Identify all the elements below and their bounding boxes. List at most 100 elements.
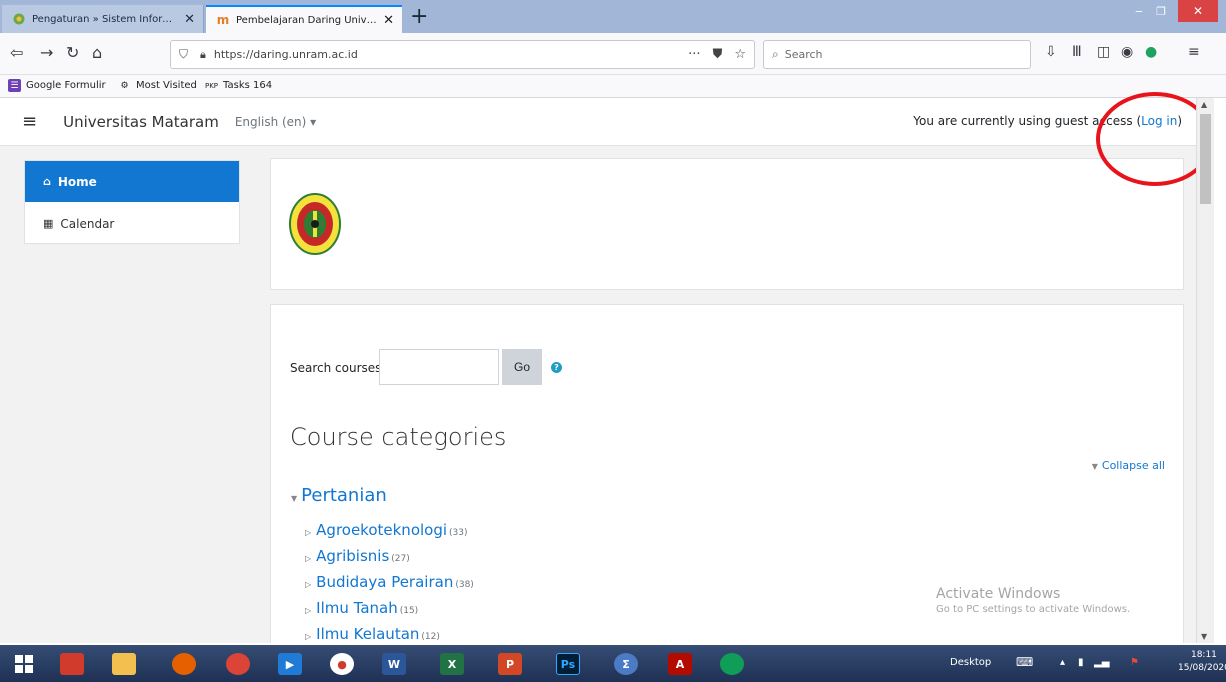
help-icon[interactable]: ? bbox=[551, 362, 562, 373]
nav-item-home[interactable]: ⌂ Home bbox=[25, 161, 239, 202]
nav-item-calendar[interactable]: ▦ Calendar bbox=[25, 203, 239, 244]
acrobat-icon[interactable]: A bbox=[660, 649, 700, 679]
bookmark-star-icon[interactable]: ☆ bbox=[734, 47, 746, 62]
search-placeholder: Search bbox=[784, 48, 823, 61]
moodle-page: ≡ Universitas Mataram English (en) ▾ You… bbox=[0, 98, 1196, 643]
new-tab-button[interactable]: + bbox=[410, 4, 428, 30]
desktop-toolbar-label[interactable]: Desktop bbox=[950, 657, 991, 668]
system-clock[interactable]: 18:11 15/08/2020 bbox=[1178, 649, 1226, 675]
logo-card bbox=[270, 158, 1184, 290]
tab-pengaturan[interactable]: Pengaturan » Sistem Informasi ✕ bbox=[2, 5, 204, 33]
course-count: (38) bbox=[455, 580, 474, 590]
lock-icon[interactable]: 🔒︎ bbox=[200, 48, 206, 62]
word-icon[interactable]: W bbox=[374, 649, 414, 679]
bookmark-tasks[interactable]: PKP Tasks 164 bbox=[205, 79, 272, 92]
scroll-thumb[interactable] bbox=[1200, 114, 1211, 204]
photoshop-icon[interactable]: Ps bbox=[548, 649, 588, 679]
home-icon[interactable]: ⌂ bbox=[92, 43, 102, 62]
course-categories-heading: Course categories bbox=[290, 423, 507, 451]
chrome-icon[interactable] bbox=[218, 649, 258, 679]
collapse-all-label: Collapse all bbox=[1101, 459, 1165, 472]
scroll-up-icon[interactable]: ▲ bbox=[1201, 100, 1207, 109]
search-courses-input[interactable] bbox=[379, 349, 499, 385]
forms-icon: ☰ bbox=[8, 79, 21, 92]
network-icon[interactable]: ▂▄ bbox=[1094, 657, 1109, 668]
watermark-line-2: Go to PC settings to activate Windows. bbox=[936, 604, 1131, 615]
bookmark-most-visited[interactable]: ⚙ Most Visited bbox=[118, 79, 196, 92]
subcategory-item[interactable]: ▷ Agroekoteknologi (33) bbox=[305, 521, 468, 539]
site-name[interactable]: Universitas Mataram bbox=[63, 113, 219, 131]
home-icon: ⌂ bbox=[43, 175, 51, 188]
subcategory-item[interactable]: ▷ Agribisnis (27) bbox=[305, 547, 410, 565]
scroll-down-icon[interactable]: ▼ bbox=[1201, 632, 1207, 641]
firefox-icon[interactable] bbox=[164, 649, 204, 679]
tab-title: Pengaturan » Sistem Informasi bbox=[32, 13, 179, 25]
restore-icon[interactable]: ❐ bbox=[1150, 0, 1172, 22]
tab-pembelajaran-daring[interactable]: m Pembelajaran Daring Universita ✕ bbox=[206, 5, 402, 33]
menu-icon[interactable]: ≡ bbox=[1188, 44, 1200, 60]
battery-icon[interactable]: ▮ bbox=[1078, 657, 1084, 668]
windows-start-icon[interactable] bbox=[4, 649, 44, 679]
language-menu[interactable]: English (en) ▾ bbox=[235, 115, 316, 129]
page-scrollbar[interactable]: ▲ ▼ bbox=[1196, 98, 1214, 643]
category-pertanian[interactable]: ▼ Pertanian bbox=[291, 485, 387, 506]
course-count: (15) bbox=[399, 606, 419, 616]
moodle-navbar: ≡ Universitas Mataram English (en) ▾ You… bbox=[0, 98, 1196, 146]
tab-close-icon[interactable]: ✕ bbox=[184, 12, 195, 27]
subcategory-item[interactable]: ▷ Ilmu Tanah (15) bbox=[305, 599, 418, 617]
calendar-icon: ▦ bbox=[43, 217, 54, 230]
triangle-right-icon: ▷ bbox=[305, 554, 312, 563]
account-icon[interactable]: ◉ bbox=[1121, 44, 1133, 60]
activate-windows-watermark: Activate Windows Go to PC settings to ac… bbox=[936, 586, 1130, 615]
bookmarks-bar: ☰ Google Formulir ⚙ Most Visited PKP Tas… bbox=[0, 75, 1226, 98]
go-button[interactable]: Go bbox=[502, 349, 542, 385]
watermark-line-1: Activate Windows bbox=[936, 586, 1061, 602]
address-bar[interactable]: ⛉ 🔒︎ https://daring.unram.ac.id ··· ⛊ ☆ bbox=[170, 40, 755, 69]
triangle-right-icon: ▷ bbox=[305, 632, 312, 641]
close-window-icon[interactable]: ✕ bbox=[1178, 0, 1218, 22]
language-label: English (en) bbox=[234, 114, 307, 129]
windows-taskbar: ▶ ● W X P Ps Σ A Desktop ⌨ ▴ ▮ ▂▄ ⚑ 18:1… bbox=[0, 645, 1226, 682]
bookmark-label: Tasks 164 bbox=[223, 80, 273, 91]
camera-app-icon[interactable]: ● bbox=[322, 649, 362, 679]
pkp-icon: PKP bbox=[205, 81, 219, 90]
book-app-icon[interactable] bbox=[52, 649, 92, 679]
back-icon[interactable]: ⇦ bbox=[10, 43, 23, 62]
downloads-icon[interactable]: ⇩ bbox=[1045, 44, 1057, 60]
subcategory-item[interactable]: ▷ Ilmu Kelautan (12) bbox=[305, 625, 440, 643]
pocket-icon[interactable]: ⛊ bbox=[713, 47, 723, 62]
sidebar-icon[interactable]: ◫ bbox=[1097, 44, 1110, 60]
reload-icon[interactable]: ↻ bbox=[66, 43, 79, 62]
math-app-icon[interactable]: Σ bbox=[606, 649, 646, 679]
tray-arrow-icon[interactable]: ▴ bbox=[1060, 657, 1065, 668]
excel-icon[interactable]: X bbox=[432, 649, 472, 679]
clock-date: 15/08/2020 bbox=[1178, 663, 1226, 673]
search-icon: ⌕ bbox=[772, 47, 779, 61]
moodle-favicon-icon: m bbox=[216, 13, 230, 27]
course-count: (27) bbox=[391, 554, 410, 564]
bookmark-google-formulir[interactable]: ☰ Google Formulir bbox=[8, 79, 106, 92]
forward-icon[interactable]: → bbox=[40, 43, 53, 62]
tab-close-icon[interactable]: ✕ bbox=[383, 13, 394, 28]
search-bar[interactable]: ⌕ Search bbox=[763, 40, 1031, 69]
shield-icon[interactable]: ⛉ bbox=[179, 47, 188, 62]
collapse-all-link[interactable]: ▼ Collapse all bbox=[1092, 459, 1165, 472]
triangle-right-icon: ▷ bbox=[305, 606, 312, 615]
page-actions-icon[interactable]: ··· bbox=[688, 47, 700, 62]
powerpoint-icon[interactable]: P bbox=[490, 649, 530, 679]
notification-flag-icon[interactable]: ⚑ bbox=[1130, 657, 1139, 668]
minimize-icon[interactable]: ‒ bbox=[1128, 0, 1150, 22]
extension-icon[interactable]: ● bbox=[1145, 44, 1157, 60]
hamburger-menu-icon[interactable]: ≡ bbox=[22, 111, 37, 132]
nav-label: Calendar bbox=[60, 216, 115, 231]
library-icon[interactable]: Ⅲ bbox=[1072, 44, 1082, 60]
subcategory-name: Budidaya Perairan bbox=[316, 573, 454, 591]
media-player-icon[interactable]: ▶ bbox=[270, 649, 310, 679]
triangle-right-icon: ▷ bbox=[305, 580, 312, 589]
browser-toolbar: ⇦ → ↻ ⌂ ⛉ 🔒︎ https://daring.unram.ac.id … bbox=[0, 33, 1226, 75]
nav-drawer: ⌂ Home ▦ Calendar bbox=[24, 160, 240, 244]
subcategory-item[interactable]: ▷ Budidaya Perairan (38) bbox=[305, 573, 474, 591]
keyboard-icon[interactable]: ⌨ bbox=[1016, 655, 1033, 669]
chrome-icon-2[interactable] bbox=[712, 649, 752, 679]
file-explorer-icon[interactable] bbox=[104, 649, 144, 679]
